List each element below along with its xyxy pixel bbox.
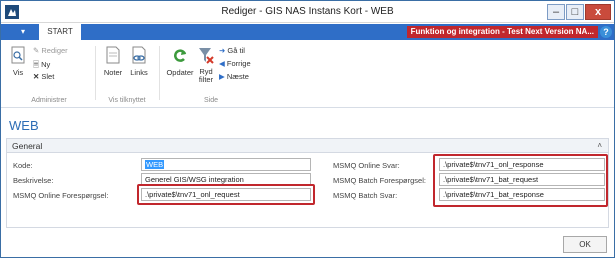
highlight-box <box>433 154 608 207</box>
ny-label: Ny <box>41 60 51 69</box>
batch-svar-label: MSMQ Batch Svar: <box>333 191 398 200</box>
links-label: Links <box>130 68 148 77</box>
general-fasttab: General ˄ Kode: WEB Beskrivelse: Generel… <box>6 138 609 228</box>
page-title: WEB <box>9 118 39 133</box>
forrige-button[interactable]: ◀ Forrige <box>219 59 251 68</box>
batch-forespoergsel-label: MSMQ Batch Forespørgsel: <box>333 176 426 185</box>
vis-label: Vis <box>12 68 24 77</box>
links-button[interactable]: Links <box>127 46 151 77</box>
opdater-button[interactable]: Opdater <box>165 46 195 77</box>
opdater-label: Opdater <box>166 68 194 77</box>
help-icon[interactable]: ? <box>600 26 612 38</box>
fasttab-header[interactable]: General ˄ <box>7 139 608 153</box>
window-title: Rediger - GIS NAS Instans Kort - WEB <box>221 6 394 17</box>
highlight-box <box>137 184 315 205</box>
ribbon-group-vis-tilknyttet: Noter Links Vis tilknyttet <box>97 44 157 106</box>
new-icon: 🗏 <box>33 60 40 69</box>
naeste-label: Næste <box>226 72 249 81</box>
ribbon-separator <box>95 46 96 100</box>
ryd-filter-button[interactable]: Ryd filter <box>196 46 216 84</box>
main-window: Rediger - GIS NAS Instans Kort - WEB – □… <box>0 0 615 258</box>
slet-button[interactable]: ✕ Slet <box>33 72 54 81</box>
app-menu-button[interactable]: ▾ <box>9 24 37 40</box>
minimize-button[interactable]: – <box>547 4 565 20</box>
close-button[interactable]: x <box>585 4 611 20</box>
clear-filter-icon <box>199 48 214 64</box>
group-label-administrer: Administrer <box>31 97 67 104</box>
ribbon: Vis ✎ Rediger 🗏 Ny ✕ Slet Administrer No… <box>1 40 614 108</box>
maximize-button[interactable]: □ <box>566 4 584 20</box>
online-forespoergsel-label: MSMQ Online Forespørgsel: <box>13 191 109 200</box>
noter-button[interactable]: Noter <box>101 46 125 77</box>
ribbon-tab-bar: ▾ START Funktion og integration - Test N… <box>1 24 614 40</box>
ny-button[interactable]: 🗏 Ny <box>33 59 50 72</box>
filter-label: filter <box>198 75 214 84</box>
ribbon-separator <box>159 46 160 100</box>
ribbon-group-side: Opdater Ryd filter ➜ Gå til ◀ Forrige ▶ … <box>163 44 259 106</box>
view-icon <box>11 46 25 64</box>
rediger-label: Rediger <box>41 46 68 55</box>
group-label-side: Side <box>203 97 218 104</box>
company-name-badge: Funktion og integration - Test Next Vers… <box>406 26 598 38</box>
goto-arrow-icon: ➜ <box>219 46 226 55</box>
kode-field[interactable]: WEB <box>141 158 311 171</box>
previous-icon: ◀ <box>219 59 225 68</box>
kode-label: Kode: <box>13 161 33 170</box>
collapse-icon[interactable]: ˄ <box>597 141 602 150</box>
kode-value: WEB <box>145 160 165 169</box>
slet-label: Slet <box>41 72 55 81</box>
tab-start[interactable]: START <box>39 24 81 40</box>
beskrivelse-label: Beskrivelse: <box>13 176 54 185</box>
notes-icon <box>106 46 120 64</box>
online-svar-label: MSMQ Online Svar: <box>333 161 400 170</box>
noter-label: Noter <box>103 68 123 77</box>
ga-til-label: Gå til <box>227 46 245 55</box>
links-icon <box>132 46 146 64</box>
forrige-label: Forrige <box>226 59 251 68</box>
delete-icon: ✕ <box>33 72 40 81</box>
ok-button[interactable]: OK <box>563 236 607 253</box>
ga-til-button[interactable]: ➜ Gå til <box>219 46 245 55</box>
rediger-button[interactable]: ✎ Rediger <box>33 46 68 55</box>
group-label-vis-tilknyttet: Vis tilknyttet <box>108 97 146 104</box>
edit-icon: ✎ <box>33 46 40 55</box>
naeste-button[interactable]: ▶ Næste <box>219 72 249 81</box>
next-icon: ▶ <box>219 72 225 81</box>
title-bar: Rediger - GIS NAS Instans Kort - WEB – □… <box>1 1 614 23</box>
ribbon-group-administrer: Vis ✎ Rediger 🗏 Ny ✕ Slet Administrer <box>5 44 93 106</box>
vis-button[interactable]: Vis <box>7 46 29 77</box>
refresh-icon <box>174 49 187 62</box>
fasttab-title: General <box>12 141 43 151</box>
